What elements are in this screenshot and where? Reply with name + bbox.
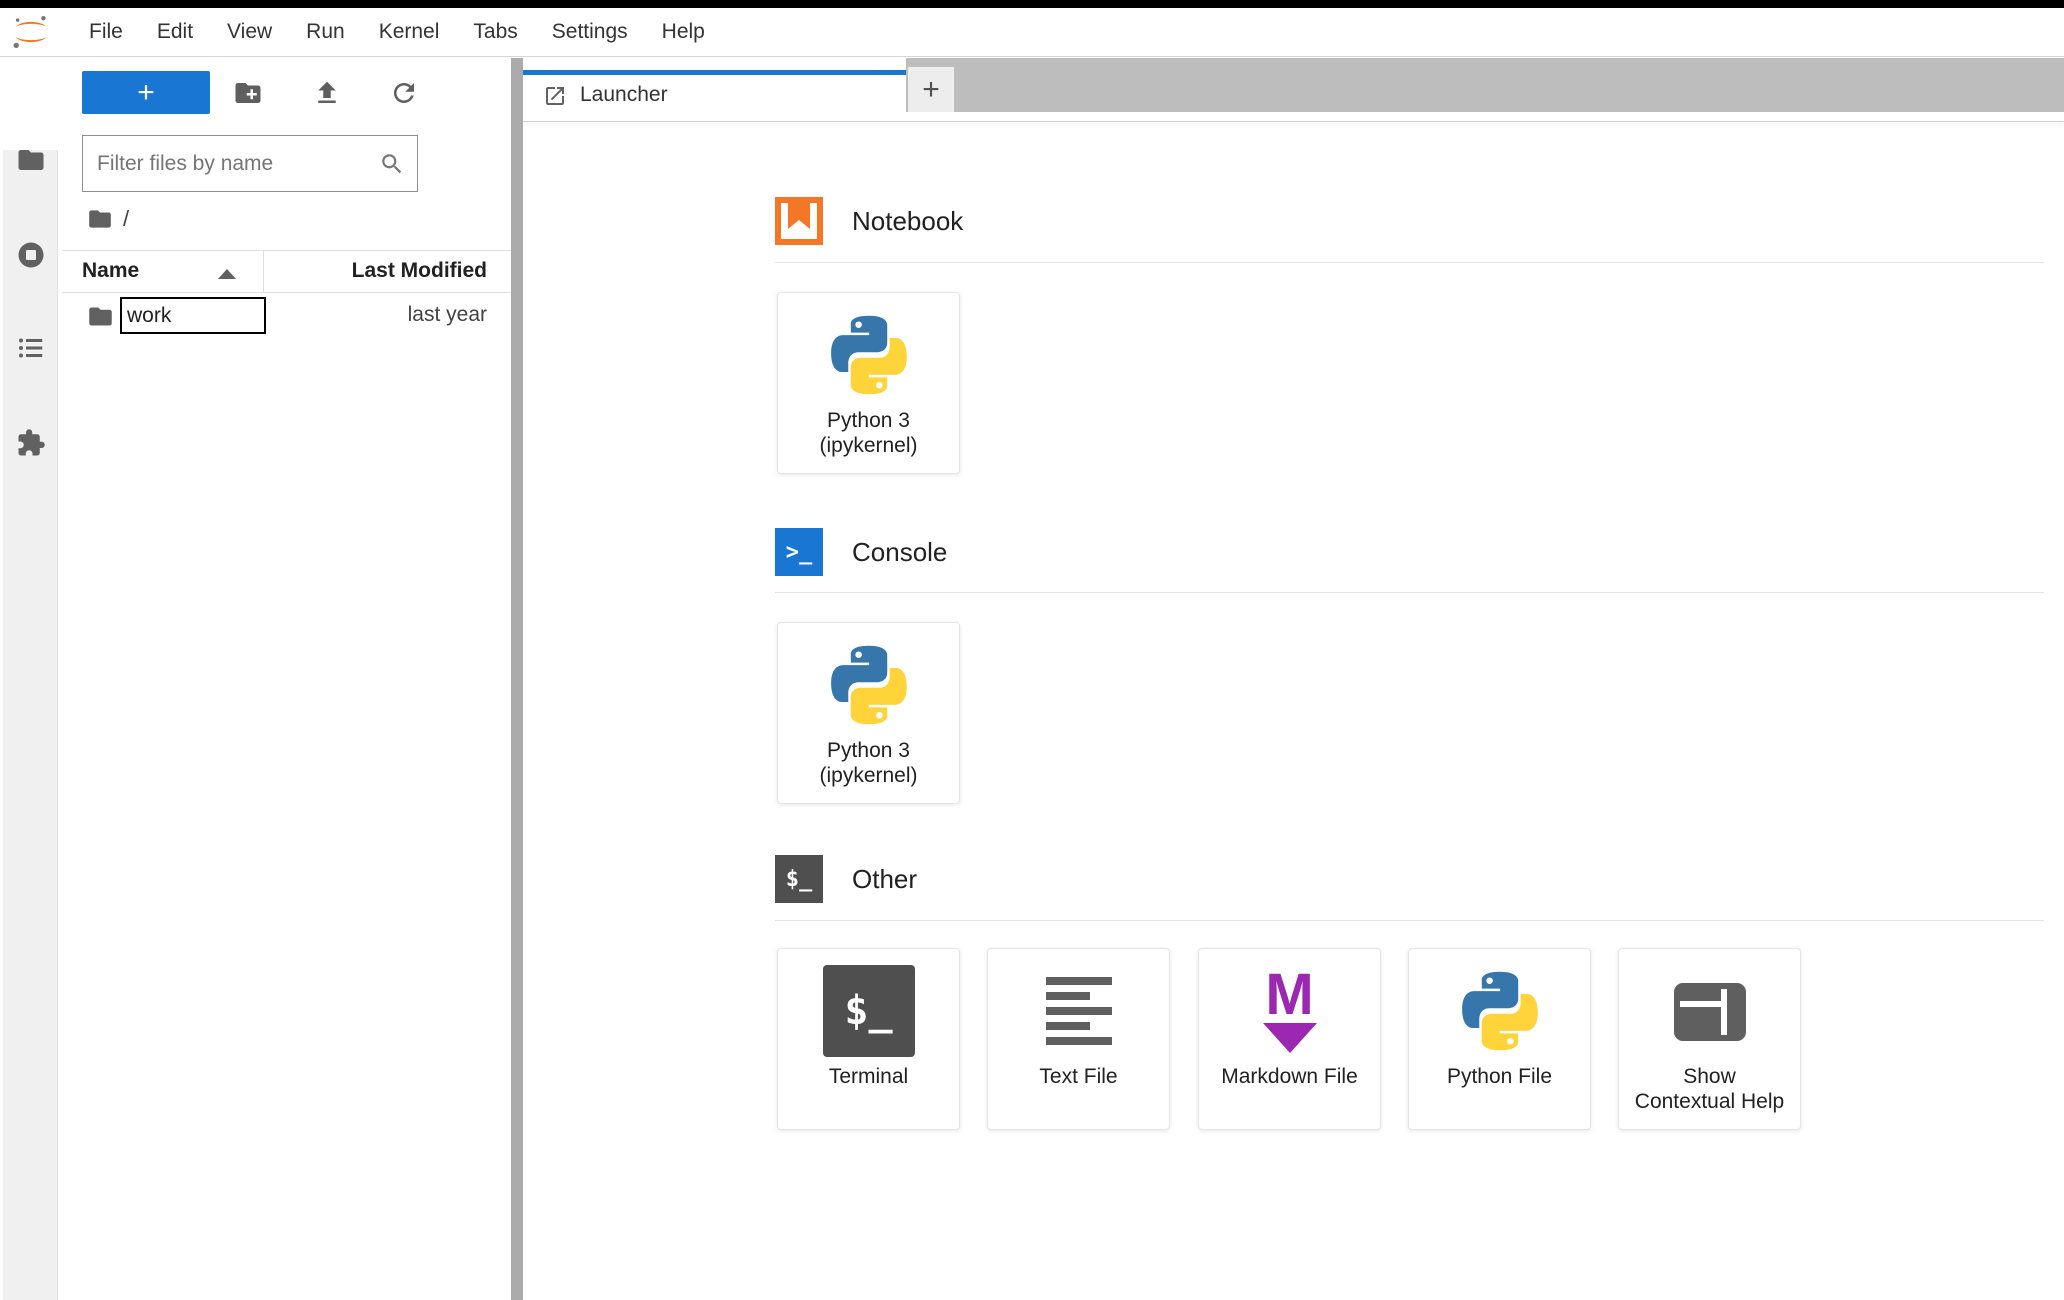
- dock-border: [523, 121, 2064, 122]
- python-logo-icon: [823, 639, 915, 731]
- menu-file[interactable]: File: [72, 8, 140, 56]
- breadcrumb-path: /: [123, 206, 130, 231]
- section-title-notebook: Notebook: [852, 206, 964, 236]
- console-icon: >_: [775, 528, 823, 576]
- menu-edit[interactable]: Edit: [140, 8, 210, 56]
- menu-help[interactable]: Help: [645, 8, 722, 56]
- search-icon: [382, 153, 402, 173]
- filter-files-box: [82, 135, 418, 192]
- menu-run[interactable]: Run: [289, 8, 362, 56]
- sidebar-active-highlight: [0, 58, 58, 150]
- menu-kernel[interactable]: Kernel: [362, 8, 457, 56]
- tab-launcher-label: Launcher: [580, 83, 668, 106]
- running-kernels-tab-icon[interactable]: [16, 240, 46, 270]
- launcher-icon: [546, 87, 564, 105]
- upload-icon[interactable]: [312, 78, 342, 108]
- launcher-card-text-file[interactable]: Text File: [987, 948, 1170, 1130]
- card-label: Python File: [1446, 1065, 1553, 1088]
- card-label: Terminal: [828, 1065, 909, 1088]
- markdown-icon: M: [1244, 965, 1336, 1057]
- terminal-section-icon: $_: [775, 855, 823, 903]
- card-label: Markdown File: [1221, 1065, 1358, 1088]
- menu-items: File Edit View Run Kernel Tabs Settings …: [72, 8, 722, 56]
- column-separator: [263, 251, 264, 293]
- column-header-name[interactable]: Name: [82, 259, 139, 283]
- home-folder-icon[interactable]: [87, 206, 113, 232]
- jupyter-logo-icon: [13, 15, 47, 49]
- refresh-icon[interactable]: [389, 78, 419, 108]
- terminal-icon-glyph: $_: [785, 866, 813, 892]
- column-header-last-modified[interactable]: Last Modified: [352, 259, 487, 283]
- breadcrumb[interactable]: /: [87, 206, 129, 232]
- section-title-other: Other: [852, 864, 918, 894]
- file-row-work[interactable]: last year: [62, 294, 511, 340]
- panel-splitter[interactable]: [511, 58, 523, 1300]
- folder-icon: [89, 307, 112, 326]
- file-browser-tab-icon[interactable]: [16, 145, 46, 175]
- launcher-card-terminal[interactable]: $_ Terminal: [777, 948, 960, 1130]
- file-listing-header: Name Last Modified: [62, 250, 511, 293]
- launcher-card-console-python3[interactable]: Python 3 (ipykernel): [777, 622, 960, 804]
- console-icon-glyph: >_: [785, 539, 813, 565]
- rename-file-input[interactable]: [120, 297, 266, 334]
- table-of-contents-tab-icon[interactable]: [16, 333, 46, 363]
- menu-view[interactable]: View: [210, 8, 289, 56]
- section-divider: [775, 592, 2044, 593]
- menu-tabs[interactable]: Tabs: [456, 8, 534, 56]
- card-label: Python 3 (ipykernel): [819, 409, 918, 457]
- new-launcher-button[interactable]: +: [82, 71, 210, 114]
- text-file-icon: [1033, 965, 1125, 1057]
- section-divider: [775, 920, 2044, 921]
- terminal-icon: $_: [822, 965, 915, 1057]
- file-row-modified: last year: [407, 303, 487, 326]
- launcher-card-markdown-file[interactable]: M Markdown File: [1198, 948, 1381, 1130]
- menu-settings[interactable]: Settings: [535, 8, 645, 56]
- contextual-help-icon: [1664, 965, 1756, 1057]
- python-logo-icon: [823, 309, 915, 401]
- filter-files-input[interactable]: [83, 151, 379, 176]
- jupyterlab-window: File Edit View Run Kernel Tabs Settings …: [0, 0, 2064, 1300]
- file-browser-panel: + / Name Last Modified: [62, 58, 511, 1300]
- card-label: Show Contextual Help: [1634, 1065, 1785, 1113]
- card-label: Text File: [1039, 1065, 1118, 1088]
- menu-bar: File Edit View Run Kernel Tabs Settings …: [0, 8, 2064, 57]
- window-top-strip: [0, 0, 2064, 8]
- add-tab-button[interactable]: +: [908, 67, 954, 112]
- launcher-card-notebook-python3[interactable]: Python 3 (ipykernel): [777, 292, 960, 474]
- markdown-arrow-icon: [1262, 1023, 1317, 1054]
- new-folder-icon[interactable]: [233, 78, 263, 108]
- tab-launcher[interactable]: Launcher: [523, 58, 906, 121]
- python-logo-icon: [1454, 965, 1546, 1057]
- section-divider: [775, 262, 2044, 263]
- launcher-card-python-file[interactable]: Python File: [1408, 948, 1591, 1130]
- active-tab-indicator: [523, 70, 906, 75]
- card-label: Python 3 (ipykernel): [819, 739, 918, 787]
- extensions-tab-icon[interactable]: [16, 428, 46, 458]
- section-title-console: Console: [852, 537, 948, 567]
- sort-ascending-icon[interactable]: [218, 269, 236, 279]
- notebook-icon: [775, 197, 823, 245]
- launcher-card-show-contextual-help[interactable]: Show Contextual Help: [1618, 948, 1801, 1130]
